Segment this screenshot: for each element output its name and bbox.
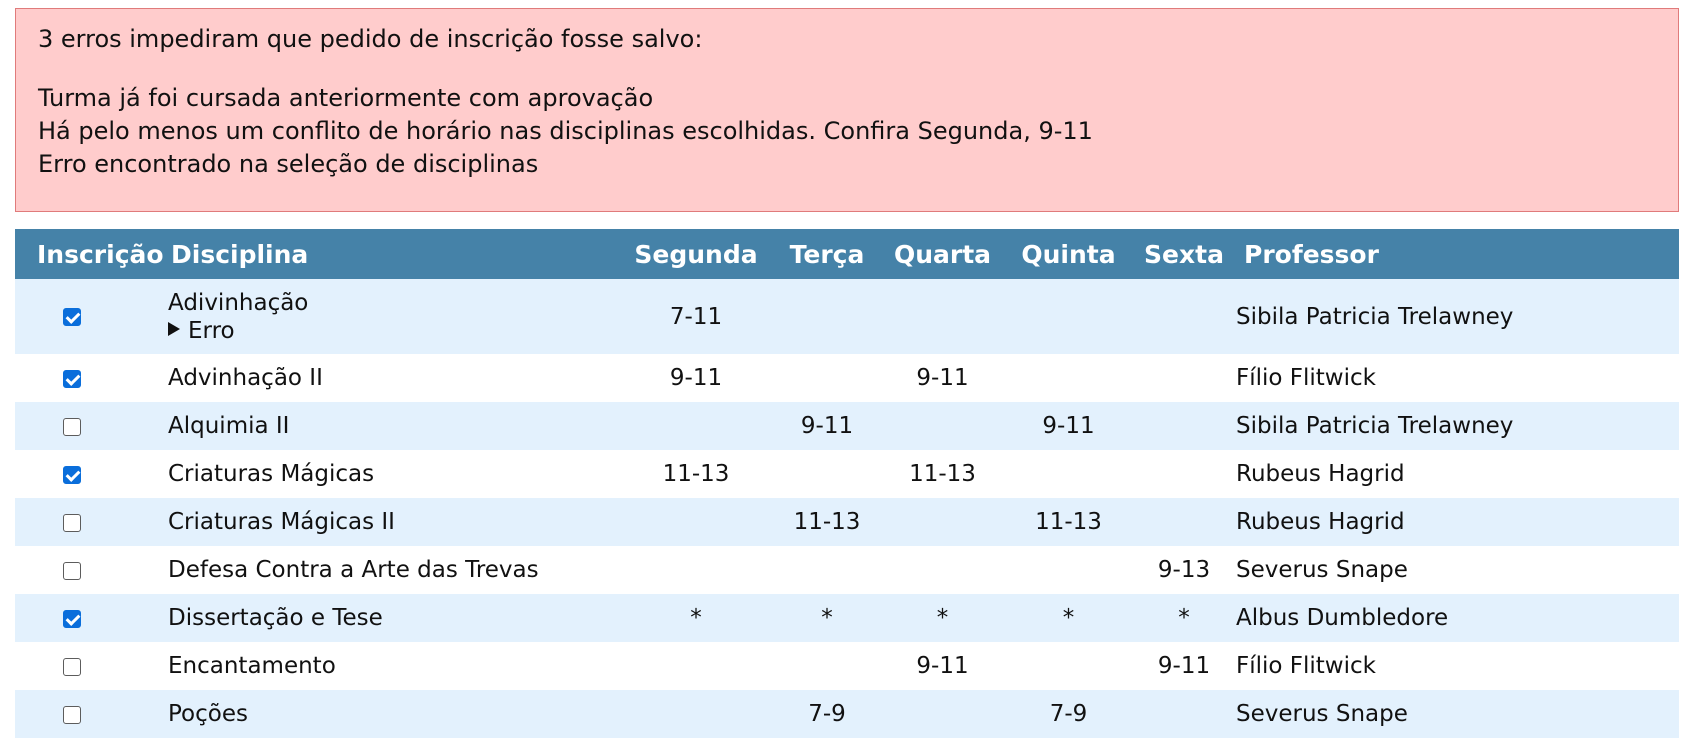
- course-name: Advinhação II: [168, 365, 323, 391]
- schedule-quarta: 9-11: [916, 365, 969, 391]
- enroll-checkbox[interactable]: [62, 609, 81, 628]
- schedule-terca: [774, 279, 880, 354]
- course-name: Criaturas Mágicas II: [168, 509, 395, 535]
- course-name: Alquimia II: [168, 413, 290, 439]
- schedule-quarta: 9-11: [916, 653, 969, 679]
- schedule-sexta: [1132, 354, 1236, 402]
- enroll-checkbox[interactable]: [62, 705, 81, 724]
- enroll-checkbox[interactable]: [62, 513, 81, 532]
- course-name: Poções: [168, 701, 248, 727]
- schedule-quarta: [880, 690, 1005, 738]
- schedule-sexta: *: [1178, 605, 1190, 631]
- schedule-quinta: [1005, 642, 1132, 690]
- error-message: Erro encontrado na seleção de disciplina…: [38, 150, 539, 178]
- table-row: Adivinhação Erro 7-11 Sibila Patricia Tr…: [15, 279, 1679, 354]
- schedule-quarta: [880, 498, 1005, 546]
- schedule-quarta: [880, 546, 1005, 594]
- schedule-quinta: 9-11: [1042, 413, 1095, 439]
- disclosure-triangle-icon: [168, 322, 180, 336]
- header-professor: Professor: [1244, 239, 1379, 269]
- schedule-quinta: [1005, 279, 1132, 354]
- schedule-terca: *: [821, 605, 833, 631]
- schedule-segunda: 9-11: [669, 365, 723, 391]
- schedule-sexta: 9-11: [1157, 653, 1211, 679]
- schedule-segunda: [618, 498, 774, 546]
- table-row: Defesa Contra a Arte das Trevas 9-13 Sev…: [15, 546, 1679, 594]
- schedule-quarta: 11-13: [909, 461, 976, 487]
- table-row: Poções 7-9 7-9 Severus Snape: [15, 690, 1679, 738]
- table-row: Advinhação II 9-11 9-11 Fílio Flitwick: [15, 354, 1679, 402]
- schedule-sexta: [1132, 498, 1236, 546]
- header-disciplina: Disciplina: [171, 239, 309, 269]
- table-row: Encantamento 9-11 9-11 Fílio Flitwick: [15, 642, 1679, 690]
- enroll-checkbox[interactable]: [62, 465, 81, 484]
- course-name: Criaturas Mágicas: [168, 461, 375, 487]
- enroll-checkbox[interactable]: [62, 657, 81, 676]
- schedule-quarta: [880, 402, 1005, 450]
- course-name: Defesa Contra a Arte das Trevas: [168, 557, 539, 583]
- schedule-terca: [774, 546, 880, 594]
- table-row: Criaturas Mágicas 11-13 11-13 Rubeus Hag…: [15, 450, 1679, 498]
- professor-name: Severus Snape: [1236, 701, 1408, 727]
- header-segunda: Segunda: [634, 239, 758, 269]
- schedule-quinta: 11-13: [1035, 509, 1102, 535]
- course-name: Encantamento: [168, 653, 336, 679]
- header-terca: Terça: [789, 239, 865, 269]
- schedule-sexta: [1132, 450, 1236, 498]
- header-inscricao: Inscrição: [37, 239, 164, 269]
- schedule-quarta: [880, 279, 1005, 354]
- schedule-sexta: [1132, 690, 1236, 738]
- schedule-sexta: [1132, 279, 1236, 354]
- professor-name: Rubeus Hagrid: [1236, 461, 1405, 487]
- schedule-segunda: *: [690, 605, 702, 631]
- schedule-sexta: [1132, 402, 1236, 450]
- error-details-toggle[interactable]: Erro: [168, 317, 618, 345]
- schedule-quinta: [1005, 450, 1132, 498]
- courses-table: Inscrição Disciplina Segunda Terça Quart…: [15, 229, 1679, 738]
- schedule-terca: [774, 450, 880, 498]
- professor-name: Rubeus Hagrid: [1236, 509, 1405, 535]
- schedule-terca: 7-9: [808, 701, 846, 727]
- header-quarta: Quarta: [893, 239, 992, 269]
- enroll-checkbox[interactable]: [62, 369, 81, 388]
- table-row: Alquimia II 9-11 9-11 Sibila Patricia Tr…: [15, 402, 1679, 450]
- schedule-segunda: 11-13: [662, 461, 730, 487]
- schedule-terca: 11-13: [793, 509, 861, 535]
- table-row: Criaturas Mágicas II 11-13 11-13 Rubeus …: [15, 498, 1679, 546]
- header-quinta: Quinta: [1021, 239, 1116, 269]
- error-summary: 3 erros impediram que pedido de inscriçã…: [38, 25, 703, 53]
- professor-name: Severus Snape: [1236, 557, 1408, 583]
- header-sexta: Sexta: [1144, 239, 1224, 269]
- professor-name: Albus Dumbledore: [1236, 605, 1449, 631]
- professor-name: Fílio Flitwick: [1236, 365, 1376, 391]
- table-row: Dissertação e Tese * * * * * Albus Dumbl…: [15, 594, 1679, 642]
- schedule-terca: [774, 642, 880, 690]
- course-name: Adivinhação: [168, 289, 309, 316]
- schedule-quinta: [1005, 546, 1132, 594]
- schedule-sexta: 9-13: [1157, 557, 1211, 583]
- error-explanation: 3 erros impediram que pedido de inscriçã…: [15, 8, 1679, 212]
- schedule-quarta: *: [936, 605, 949, 631]
- schedule-segunda: [618, 402, 774, 450]
- error-message: Turma já foi cursada anteriormente com a…: [38, 84, 654, 112]
- schedule-terca: [774, 354, 880, 402]
- course-name: Dissertação e Tese: [168, 605, 383, 631]
- table-header-row: Inscrição Disciplina Segunda Terça Quart…: [15, 229, 1679, 279]
- schedule-segunda: [618, 642, 774, 690]
- enroll-checkbox[interactable]: [62, 308, 81, 326]
- schedule-segunda: [618, 690, 774, 738]
- schedule-terca: 9-11: [800, 413, 854, 439]
- error-details-label: Erro: [188, 317, 235, 344]
- professor-name: Fílio Flitwick: [1236, 653, 1376, 679]
- professor-name: Sibila Patricia Trelawney: [1236, 303, 1514, 330]
- professor-name: Sibila Patricia Trelawney: [1236, 413, 1514, 439]
- error-message: Há pelo menos um conflito de horário nas…: [38, 117, 1093, 145]
- schedule-quinta: [1005, 354, 1132, 402]
- enroll-checkbox[interactable]: [62, 417, 81, 436]
- schedule-quinta: *: [1062, 605, 1075, 631]
- enroll-checkbox[interactable]: [62, 561, 81, 580]
- schedule-segunda: [618, 546, 774, 594]
- schedule-segunda: 7-11: [669, 303, 723, 330]
- schedule-quinta: 7-9: [1049, 701, 1088, 727]
